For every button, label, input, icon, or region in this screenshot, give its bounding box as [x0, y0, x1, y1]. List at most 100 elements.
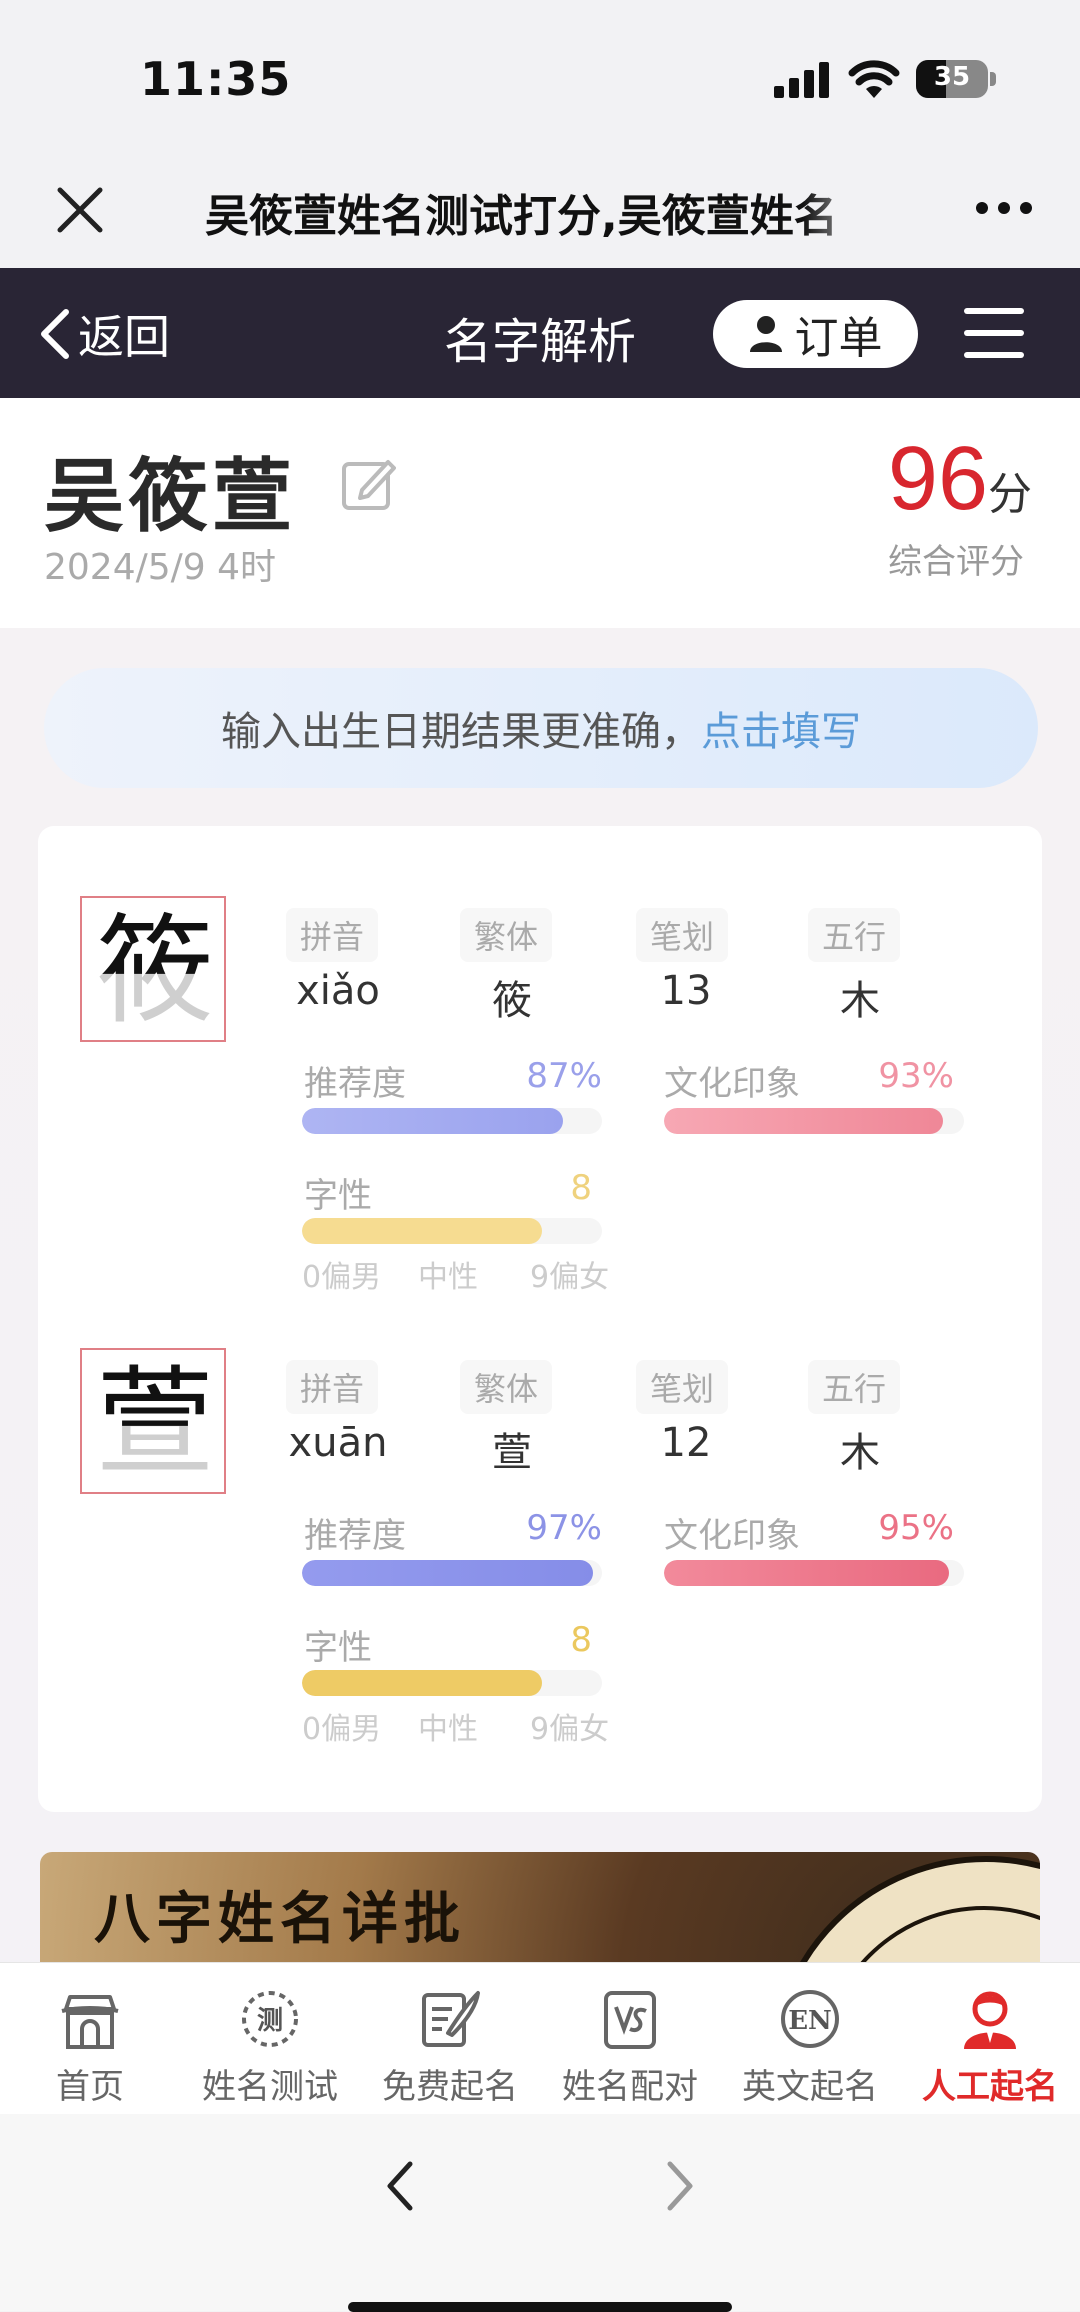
gender-bar-fill [302, 1218, 542, 1244]
scale-female: 9偏女 [530, 1260, 610, 1295]
recommend-label: 推荐度 [304, 1516, 406, 1556]
score-value: 96 [887, 429, 988, 529]
full-name: 吴筱萱 [44, 450, 296, 543]
strokes-heading: 笔划 [636, 1360, 729, 1414]
scale-male: 0偏男 [302, 1260, 382, 1295]
user-icon [749, 316, 782, 352]
gender-value: 8 [570, 1168, 592, 1208]
culture-label: 文化印象 [664, 1516, 800, 1556]
manual-naming-icon [964, 1991, 1016, 2049]
order-button[interactable]: 订单 [713, 300, 918, 368]
edit-icon[interactable] [340, 456, 396, 512]
signal-icon [774, 62, 830, 98]
tab-label: 免费起名 [382, 2067, 518, 2107]
recommend-value: 97% [526, 1508, 602, 1548]
app-header: 返回 名字解析 订单 [0, 268, 1080, 398]
recommend-label: 推荐度 [304, 1064, 406, 1104]
wuxing-value: 木 [840, 1430, 880, 1476]
tab-name-match[interactable]: 姓名配对 [540, 1963, 720, 2115]
culture-bar [664, 1108, 964, 1134]
close-icon[interactable] [52, 182, 108, 238]
wuxing-heading: 五行 [808, 908, 901, 962]
strokes-value: 12 [660, 1420, 712, 1466]
scale-neutral: 中性 [418, 1712, 478, 1747]
tab-name-test[interactable]: 测 姓名测试 [180, 1963, 360, 2115]
status-time: 11:35 [140, 52, 292, 106]
culture-bar-fill [664, 1560, 949, 1586]
culture-bar-fill [664, 1108, 943, 1134]
battery-level: 35 [933, 62, 971, 92]
gender-bar [302, 1670, 602, 1696]
char-glyph-box: 萱 萱 [80, 1348, 226, 1494]
tab-free-naming[interactable]: 免费起名 [360, 1963, 540, 2115]
name-summary: 吴筱萱 2024/5/9 4时 96分 综合评分 [0, 398, 1080, 628]
scale-neutral: 中性 [418, 1260, 478, 1295]
gender-label: 字性 [304, 1176, 372, 1216]
recommend-bar [302, 1560, 602, 1586]
pinyin-value: xuān [288, 1420, 388, 1466]
score-unit: 分 [988, 469, 1032, 520]
page-title: 名字解析 [443, 314, 636, 370]
strokes-heading: 笔划 [636, 908, 729, 962]
traditional-heading: 繁体 [460, 1360, 553, 1414]
free-naming-icon [422, 1991, 480, 2047]
english-name-icon: EN [781, 1990, 839, 2048]
more-icon[interactable] [976, 202, 1032, 216]
tab-manual-naming[interactable]: 人工起名 [900, 1963, 1080, 2115]
bazi-name-banner[interactable]: 八字姓名详批 [40, 1852, 1040, 1962]
pinyin-heading: 拼音 [286, 908, 379, 962]
menu-icon[interactable] [964, 308, 1024, 358]
gender-value: 8 [570, 1620, 592, 1660]
pinyin-value: xiǎo [296, 968, 380, 1014]
svg-text:EN: EN [788, 2006, 832, 2036]
bottom-tab-bar: 首页 测 姓名测试 免费起名 姓名配对 EN 英文起名 人工起名 [0, 1962, 1080, 2115]
tab-home[interactable]: 首页 [0, 1963, 180, 2115]
culture-label: 文化印象 [664, 1064, 800, 1104]
traditional-value: 筱 [492, 978, 532, 1024]
svg-text:测: 测 [257, 2006, 283, 2036]
gender-label: 字性 [304, 1628, 372, 1668]
character-analysis-card: 筱 筱 拼音 繁体 笔划 五行 xiǎo 筱 13 木 推荐度 87% 文化印象… [38, 826, 1042, 1812]
gender-bar-fill [302, 1670, 542, 1696]
gender-bar [302, 1218, 602, 1244]
nav-forward-icon[interactable] [660, 2156, 700, 2216]
wifi-icon [848, 60, 900, 98]
strokes-value: 13 [660, 968, 712, 1014]
fill-in-link[interactable]: 点击填写 [701, 699, 861, 757]
culture-bar [664, 1560, 964, 1586]
browser-nav-bar [0, 2114, 1080, 2311]
birthdate-tip[interactable]: 输入出生日期结果更准确， 点击填写 [44, 668, 1038, 788]
recommend-bar-fill [302, 1560, 593, 1586]
name-match-icon [604, 1991, 656, 2049]
nav-back-icon[interactable] [380, 2156, 420, 2216]
name-test-icon: 测 [242, 1991, 298, 2047]
score-label: 综合评分 [888, 542, 1024, 582]
order-label: 订单 [794, 313, 883, 364]
recommend-bar [302, 1108, 602, 1134]
total-score: 96分 [888, 428, 1032, 531]
battery-tip [990, 72, 996, 86]
recommend-bar-fill [302, 1108, 563, 1134]
banner-title: 八字姓名详批 [94, 1886, 466, 1952]
traditional-heading: 繁体 [460, 908, 553, 962]
culture-value: 93% [878, 1056, 954, 1096]
tip-text: 输入出生日期结果更准确， [221, 709, 701, 755]
browser-page-title: 吴筱萱姓名测试打分,吴筱萱姓名 [205, 191, 838, 242]
home-icon [61, 1995, 119, 2049]
tab-english-name[interactable]: EN 英文起名 [720, 1963, 900, 2115]
tab-label: 人工起名 [922, 2067, 1058, 2107]
browser-bar: 吴筱萱姓名测试打分,吴筱萱姓名 [0, 160, 1080, 268]
recommend-value: 87% [526, 1056, 602, 1096]
status-bar: 11:35 35 [0, 0, 1080, 160]
traditional-value: 萱 [492, 1430, 532, 1476]
scale-male: 0偏男 [302, 1712, 382, 1747]
tab-label: 英文起名 [742, 2067, 878, 2107]
tab-label: 姓名配对 [562, 2067, 698, 2107]
pinyin-heading: 拼音 [286, 1360, 379, 1414]
wuxing-value: 木 [840, 978, 880, 1024]
tab-label: 姓名测试 [202, 2067, 338, 2107]
wuxing-heading: 五行 [808, 1360, 901, 1414]
culture-value: 95% [878, 1508, 954, 1548]
birth-datetime: 2024/5/9 4时 [44, 547, 277, 588]
tab-label: 首页 [56, 2067, 124, 2107]
